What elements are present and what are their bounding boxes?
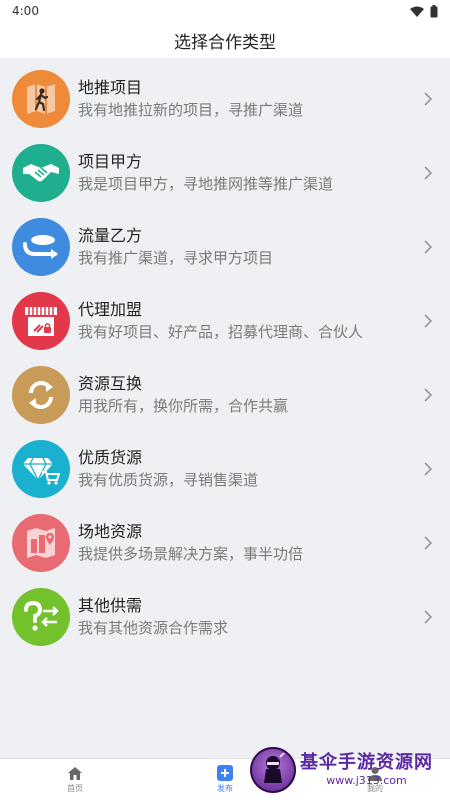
chevron-right-icon	[424, 240, 433, 254]
item-icon-circle	[12, 70, 70, 128]
diamond-cart-icon	[23, 457, 60, 485]
item-title: 地推项目	[78, 78, 143, 97]
list-item-ground-promotion[interactable]: 地推项目 我有地推拉新的项目，寻推广渠道	[0, 62, 450, 136]
page-title: 选择合作类型	[174, 32, 276, 53]
cooperation-type-list: 地推项目 我有地推拉新的项目，寻推广渠道 项目甲方 我是项目甲方，寻地推网推等推…	[0, 62, 450, 654]
tab-home-label: 首页	[67, 783, 83, 793]
tab-home[interactable]: 首页	[35, 766, 115, 794]
item-icon-circle	[12, 440, 70, 498]
item-title: 其他供需	[78, 596, 143, 615]
item-title: 场地资源	[78, 522, 143, 541]
list-item-project-owner[interactable]: 项目甲方 我是项目甲方，寻地推网推等推广渠道	[0, 136, 450, 210]
status-time: 4:00	[12, 4, 39, 18]
watermark-logo	[250, 747, 296, 793]
store-icon	[25, 307, 57, 336]
watermark-url: www.j313.com	[326, 774, 407, 787]
item-title: 流量乙方	[78, 226, 143, 245]
venue-map-icon	[27, 528, 55, 558]
item-icon-circle	[12, 514, 70, 572]
home-icon	[68, 766, 82, 780]
tab-publish-label: 发布	[217, 784, 233, 793]
list-item-agency-franchise[interactable]: 代理加盟 我有好项目、好产品，招募代理商、合伙人	[0, 284, 450, 358]
header: 选择合作类型	[0, 22, 450, 58]
walking-map-icon	[27, 84, 55, 114]
traffic-icon	[23, 235, 58, 259]
chevron-right-icon	[424, 610, 433, 624]
wifi-icon	[410, 6, 424, 17]
chevron-right-icon	[424, 92, 433, 106]
item-description: 用我所有，换你所需，合作共赢	[78, 397, 289, 415]
item-description: 我有其他资源合作需求	[78, 619, 229, 637]
item-description: 我有地推拉新的项目，寻推广渠道	[78, 101, 304, 119]
list-item-venue-resources[interactable]: 场地资源 我提供多场景解决方案，事半功倍	[0, 506, 450, 580]
item-icon-circle	[12, 588, 70, 646]
item-title: 优质货源	[78, 448, 143, 467]
item-icon-circle	[12, 218, 70, 276]
item-icon-circle	[12, 366, 70, 424]
exchange-icon	[29, 381, 53, 409]
item-description: 我有推广渠道，寻求甲方项目	[78, 249, 274, 267]
item-title: 代理加盟	[78, 300, 143, 319]
question-exchange-icon	[24, 600, 59, 631]
chevron-right-icon	[424, 388, 433, 402]
chevron-right-icon	[424, 166, 433, 180]
list-item-traffic-party[interactable]: 流量乙方 我有推广渠道，寻求甲方项目	[0, 210, 450, 284]
list-item-quality-goods[interactable]: 优质货源 我有优质货源，寻销售渠道	[0, 432, 450, 506]
status-icons	[410, 4, 438, 18]
status-bar: 4:00	[0, 0, 450, 22]
item-description: 我提供多场景解决方案，事半功倍	[78, 545, 304, 563]
item-description: 我有优质货源，寻销售渠道	[78, 471, 259, 489]
plus-icon	[217, 765, 233, 781]
item-icon-circle	[12, 292, 70, 350]
item-title: 资源互换	[78, 374, 143, 393]
watermark: 基伞手游资源网 www.j313.com	[250, 744, 442, 796]
item-description: 我有好项目、好产品，招募代理商、合伙人	[78, 323, 364, 341]
chevron-right-icon	[424, 314, 433, 328]
item-title: 项目甲方	[78, 152, 143, 171]
list-item-other-needs[interactable]: 其他供需 我有其他资源合作需求	[0, 580, 450, 654]
handshake-icon	[23, 164, 59, 182]
item-description: 我是项目甲方，寻地推网推等推广渠道	[78, 175, 334, 193]
battery-icon	[430, 4, 438, 17]
chevron-right-icon	[424, 536, 433, 550]
list-item-resource-exchange[interactable]: 资源互换 用我所有，换你所需，合作共赢	[0, 358, 450, 432]
chevron-right-icon	[424, 462, 433, 476]
watermark-title: 基伞手游资源网	[300, 752, 433, 773]
item-icon-circle	[12, 144, 70, 202]
ninja-icon	[264, 753, 286, 783]
